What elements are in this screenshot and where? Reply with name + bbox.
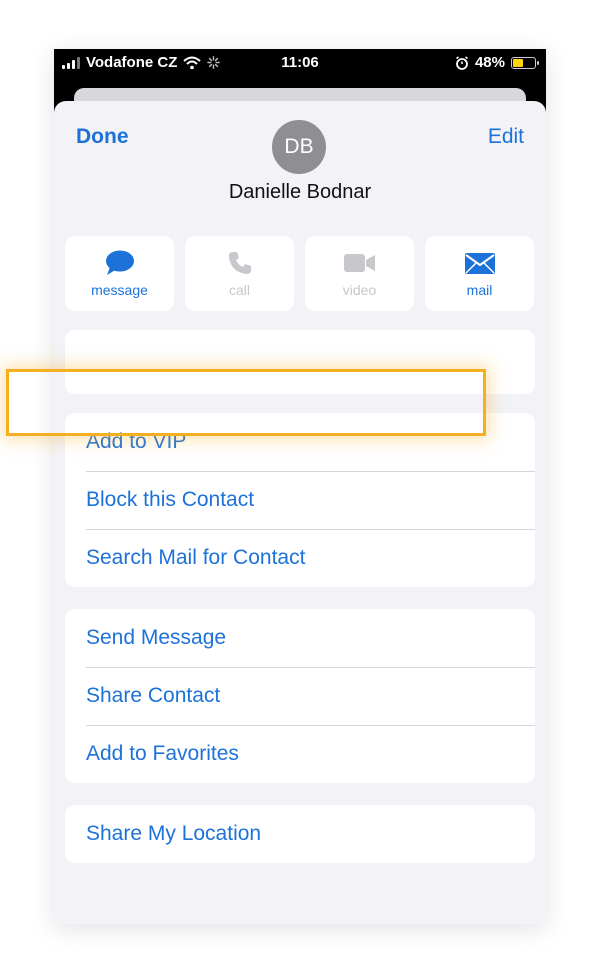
status-right: 48% bbox=[455, 54, 539, 71]
contact-name: Danielle Bodnar bbox=[228, 181, 372, 203]
message-action-button[interactable]: message bbox=[65, 236, 174, 311]
done-button[interactable]: Done bbox=[76, 125, 129, 149]
battery-percent: 48% bbox=[474, 54, 505, 71]
block-contact-button[interactable]: Block this Contact bbox=[65, 471, 535, 529]
message-bubble-icon bbox=[105, 250, 134, 275]
avatar[interactable]: DB bbox=[272, 120, 326, 174]
search-mail-for-contact-button[interactable]: Search Mail for Contact bbox=[65, 529, 535, 587]
mail-options-group: Add to VIP Block this Contact Search Mai… bbox=[65, 413, 535, 587]
battery-fill bbox=[513, 58, 524, 67]
location-options-group: Share My Location bbox=[65, 805, 535, 863]
message-action-label: message bbox=[91, 282, 148, 298]
mail-action-label: mail bbox=[466, 282, 493, 298]
envelope-icon bbox=[464, 253, 495, 274]
video-action-label: video bbox=[342, 282, 377, 298]
mail-action-button[interactable]: mail bbox=[425, 236, 534, 311]
video-camera-icon bbox=[343, 254, 375, 272]
call-action-label: call bbox=[228, 282, 250, 298]
phone-icon bbox=[228, 252, 251, 274]
contact-options-group: Send Message Share Contact Add to Favori… bbox=[65, 609, 535, 783]
edit-button[interactable]: Edit bbox=[488, 125, 524, 149]
call-action-button: call bbox=[185, 236, 294, 311]
alarm-icon bbox=[455, 55, 468, 70]
add-to-vip-button[interactable]: Add to VIP bbox=[65, 413, 535, 471]
battery-icon bbox=[511, 56, 539, 69]
video-action-button: video bbox=[305, 236, 414, 311]
empty-info-card bbox=[65, 330, 535, 394]
phone-screen: Vodafone CZ 11:06 48% Done Edit DB Danie… bbox=[54, 49, 546, 924]
send-message-button[interactable]: Send Message bbox=[65, 609, 535, 667]
contact-sheet: Done Edit DB Danielle Bodnar message cal… bbox=[54, 101, 546, 924]
share-my-location-button[interactable]: Share My Location bbox=[65, 805, 535, 863]
add-to-favorites-button[interactable]: Add to Favorites bbox=[65, 725, 535, 783]
share-contact-button[interactable]: Share Contact bbox=[65, 667, 535, 725]
